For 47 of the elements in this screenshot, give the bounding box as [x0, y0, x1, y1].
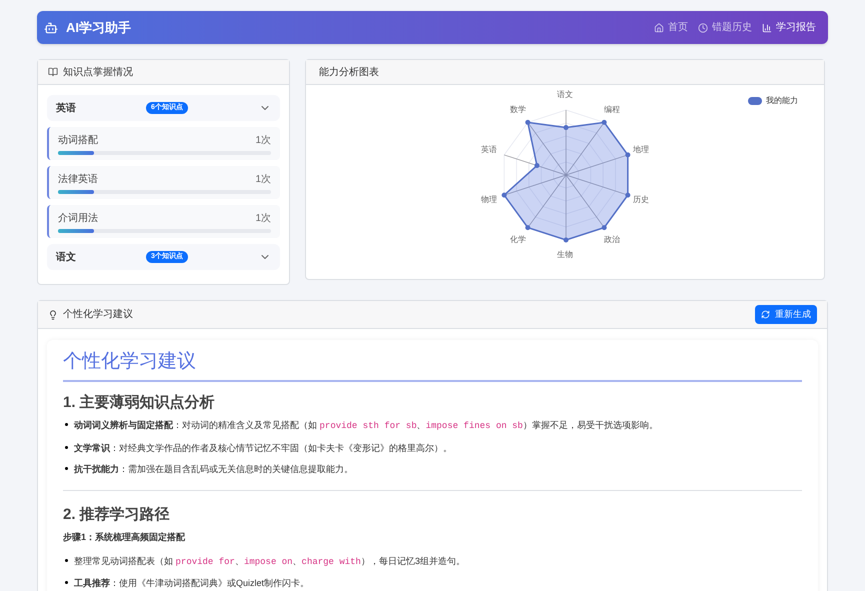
- legend-label: 我的能力: [766, 95, 798, 107]
- bullet-icon: [65, 423, 68, 426]
- bullet-icon: [65, 558, 68, 562]
- bullet-icon: [65, 446, 68, 448]
- bullet-icon: [65, 581, 68, 584]
- axis-label: 政治: [604, 236, 620, 244]
- section-heading: 1. 主要薄弱知识点分析: [63, 392, 216, 412]
- point-name: 动词搭配: [58, 134, 98, 148]
- regenerate-button[interactable]: 重新生成: [755, 305, 817, 324]
- step-title: 步骤1：系统梳理高频固定搭配: [63, 531, 186, 544]
- point-name: 介词用法: [58, 212, 98, 226]
- advice-item: 动词词义辨析与固定搭配：对动词的精准含义及常见搭配（如 provide sth for sb、impose fines on sb）掌握不足，易受干扰选项影响。: [74, 419, 658, 433]
- card-title: 个性化学习建议: [63, 308, 133, 322]
- nav-icon: [698, 22, 708, 32]
- card-title: 知识点掌握情况: [63, 66, 133, 80]
- advice-item: 整理常见动词搭配表（如 provide for、impose on、charge with），每日记忆3组并造句。: [74, 554, 465, 568]
- card-title: 能力分析图表: [319, 66, 379, 80]
- point-name: 法律英语: [58, 172, 98, 187]
- axis-label: 语文: [557, 91, 573, 100]
- nav-link[interactable]: 学习报告: [762, 20, 816, 35]
- book-icon: [48, 67, 58, 77]
- axis-label: 历史: [633, 196, 650, 204]
- nav-icon: [654, 22, 664, 32]
- bullet-icon: [65, 467, 68, 470]
- lightbulb-icon: [48, 310, 58, 320]
- axis-label: 化学: [510, 236, 526, 244]
- axis-label: 数学: [510, 106, 526, 114]
- axis-label: 编程: [604, 106, 620, 114]
- point-count: 1次: [255, 134, 271, 148]
- nav-link[interactable]: 首页: [654, 20, 688, 35]
- axis-label: 英语: [480, 146, 497, 154]
- advice-item: 工具推荐：使用《牛津动词搭配词典》或Quizlet制作闪卡。: [74, 577, 310, 590]
- advice-item: 抗干扰能力：需加强在题目含乱码或无关信息时的关键信息提取能力。: [74, 463, 353, 476]
- section-heading: 2. 推荐学习路径: [63, 504, 171, 524]
- nav-link[interactable]: 错题历史: [698, 20, 752, 35]
- advice-item: 文学常识：对经典文学作品的作者及核心情节记忆不牢固（如卡夫卡《变形记》的格里高尔）。: [74, 442, 452, 454]
- point-count: 1次: [255, 173, 271, 187]
- advice-heading: 个性化学习建议: [63, 348, 802, 382]
- axis-label: 生物: [557, 250, 573, 259]
- point-count: 1次: [255, 212, 271, 226]
- robot-icon: [44, 20, 58, 34]
- axis-label: 物理: [480, 196, 497, 204]
- axis-label: 地理: [633, 146, 650, 154]
- refresh-icon: [761, 310, 770, 319]
- app-title: AI学习助手: [66, 18, 131, 37]
- nav-icon: [762, 22, 772, 32]
- legend-swatch-icon: [748, 97, 762, 105]
